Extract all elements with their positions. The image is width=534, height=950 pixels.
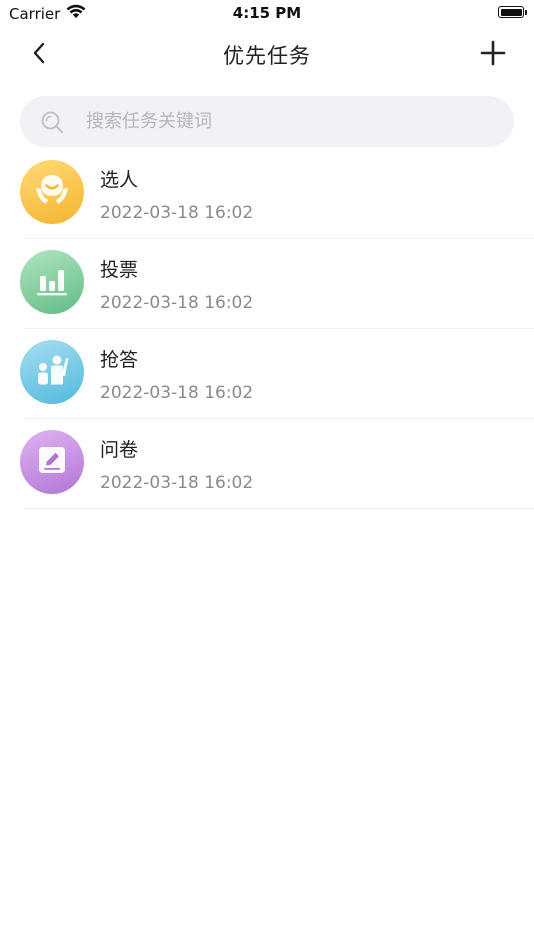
plus-icon (480, 40, 506, 70)
task-name: 选人 (100, 169, 139, 191)
add-task-button[interactable] (476, 38, 510, 72)
task-avatar (20, 160, 84, 224)
task-date: 2022-03-18 16:02 (100, 383, 254, 403)
status-time: 4:15 PM (232, 4, 302, 22)
search-bar[interactable] (20, 96, 514, 147)
task-name: 问卷 (100, 439, 139, 461)
list-item-task-select[interactable]: 选人 2022-03-18 16:02 (0, 149, 534, 239)
list-item-task-questionnaire[interactable]: 问卷 2022-03-18 16:02 (0, 419, 534, 509)
battery-icon (498, 6, 527, 18)
edit-form-icon (32, 440, 72, 484)
page-title: 优先任务 (223, 44, 311, 68)
task-name: 投票 (100, 259, 139, 281)
bar-chart-icon (32, 260, 72, 304)
task-avatar (20, 340, 84, 404)
task-name: 抢答 (100, 349, 139, 371)
task-date: 2022-03-18 16:02 (100, 203, 254, 223)
person-select-icon (32, 170, 72, 214)
list-item-task-vote[interactable]: 投票 2022-03-18 16:02 (0, 239, 534, 329)
search-input[interactable] (84, 110, 468, 133)
list-item-task-quick-answer[interactable]: 抢答 2022-03-18 16:02 (0, 329, 534, 419)
task-list: 选人 2022-03-18 16:02 投票 2022-03-18 16:02 (0, 149, 534, 509)
search-icon (40, 110, 64, 134)
task-avatar (20, 250, 84, 314)
nav-bar: 优先任务 (0, 28, 534, 82)
battery-level (500, 8, 522, 16)
task-avatar (20, 430, 84, 494)
raise-hand-icon (32, 350, 72, 394)
status-bar: Carrier 4:15 PM (0, 0, 534, 28)
task-date: 2022-03-18 16:02 (100, 473, 254, 493)
task-date: 2022-03-18 16:02 (100, 293, 254, 313)
